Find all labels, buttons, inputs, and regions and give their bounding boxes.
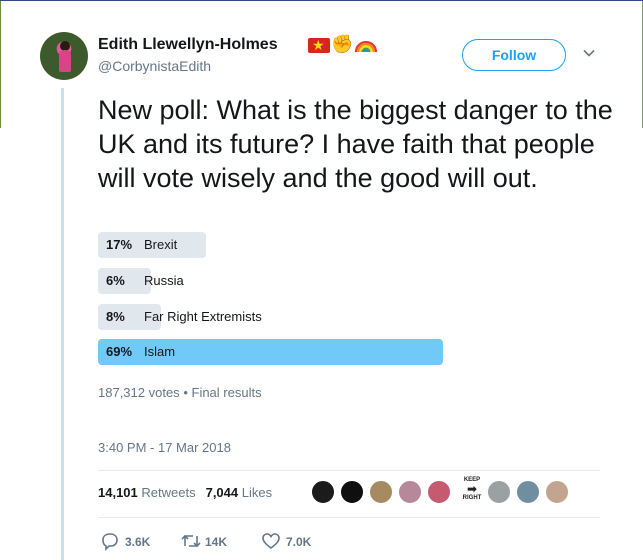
liker-avatar[interactable] [516,480,540,504]
poll-option: 8% Far Right Extremists [98,304,598,330]
like-action-count: 7.0K [286,535,312,549]
liker-avatar[interactable] [398,480,422,504]
avatar[interactable] [40,32,88,80]
rainbow-icon [354,33,378,53]
poll-label: Russia [144,273,184,288]
liker-avatar[interactable] [340,480,364,504]
poll-option: 6% Russia [98,268,598,294]
poll-separator: • [183,385,188,400]
engagement-stats: 14,101 Retweets 7,044 Likes [98,485,272,500]
liker-avatar[interactable] [487,480,511,504]
vietnam-flag-icon: ★ [308,37,330,53]
retweet-stat[interactable]: 14,101 Retweets [98,485,196,500]
poll-vote-count: 187,312 votes [98,385,180,400]
raised-fist-icon: ✊ [331,34,354,54]
poll-label: Islam [144,344,176,359]
sign-text-bottom: RIGHT [462,495,482,501]
heart-icon [262,533,280,550]
chevron-down-icon[interactable] [582,46,596,60]
author-name[interactable]: Edith Llewellyn-Holmes [98,36,278,54]
divider [98,517,600,518]
reply-count: 3.6K [125,535,151,549]
thread-line [61,88,64,560]
liker-avatar-keep-right-sign[interactable]: KEEP ➡ RIGHT [457,477,487,505]
retweet-action-count: 14K [205,535,228,549]
arrow-right-icon: ➡ [466,482,478,496]
poll-option: 69% Islam [98,339,598,365]
tweet-text: New poll: What is the biggest danger to … [98,95,613,193]
frame-edge-left [0,1,1,128]
reply-icon [102,533,118,551]
retweet-stat-label: Retweets [141,485,196,500]
poll-status: Final results [191,385,262,400]
avatar-figure [59,50,71,72]
liker-avatar[interactable] [427,480,451,504]
tweet-timestamp[interactable]: 3:40 PM - 17 Mar 2018 [98,440,231,455]
poll-percent: 69% [106,344,133,359]
liker-avatar[interactable] [311,480,335,504]
poll-summary: 187,312 votes • Final results [98,385,262,400]
retweet-count: 14,101 [98,485,138,500]
poll-option: 17% Brexit [98,232,598,258]
follow-button[interactable]: Follow [462,39,566,71]
like-stat[interactable]: 7,044 Likes [206,485,273,500]
divider [98,470,600,471]
liker-avatar[interactable] [369,480,393,504]
author-handle[interactable]: @CorbynistaEdith [98,58,211,74]
poll-percent: 6% [106,273,125,288]
retweet-icon [181,534,201,548]
like-count: 7,044 [205,485,239,500]
liker-avatar[interactable] [545,480,569,504]
poll-percent: 8% [106,309,125,324]
poll-percent: 17% [106,237,133,252]
poll-label: Brexit [144,237,178,252]
poll-label: Far Right Extremists [144,309,262,324]
like-stat-label: Likes [241,485,273,500]
